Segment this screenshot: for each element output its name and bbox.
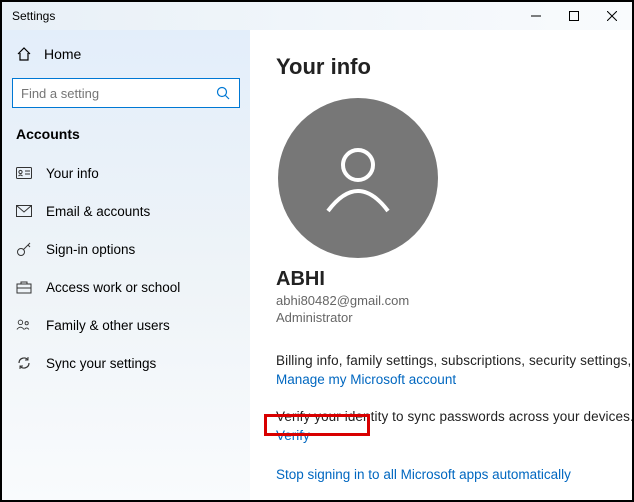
- user-email: abhi80482@gmail.com: [276, 293, 610, 308]
- title-bar: Settings: [2, 2, 632, 30]
- stop-signin-link[interactable]: Stop signing in to all Microsoft apps au…: [276, 467, 610, 482]
- sidebar-item-label: Your info: [46, 166, 99, 181]
- page-title: Your info: [276, 54, 610, 80]
- sidebar-item-family[interactable]: Family & other users: [2, 306, 250, 344]
- billing-description: Billing info, family settings, subscript…: [276, 353, 610, 368]
- sidebar: Home Accounts Your info Email & accounts: [2, 30, 250, 500]
- home-nav[interactable]: Home: [2, 40, 250, 68]
- person-icon: [313, 133, 403, 223]
- sidebar-item-signin[interactable]: Sign-in options: [2, 230, 250, 268]
- avatar: [278, 98, 438, 258]
- close-button[interactable]: [600, 5, 624, 27]
- user-role: Administrator: [276, 310, 610, 325]
- sidebar-item-label: Family & other users: [46, 318, 170, 333]
- highlight-box: [264, 414, 370, 436]
- maximize-button[interactable]: [562, 5, 586, 27]
- home-label: Home: [44, 46, 81, 62]
- category-label: Accounts: [2, 122, 250, 154]
- sync-icon: [16, 355, 32, 371]
- briefcase-icon: [16, 279, 32, 295]
- close-icon: [607, 11, 617, 21]
- search-icon: [215, 85, 231, 101]
- search-field[interactable]: [21, 86, 215, 101]
- sidebar-item-your-info[interactable]: Your info: [2, 154, 250, 192]
- sidebar-item-sync[interactable]: Sync your settings: [2, 344, 250, 382]
- window-controls: [524, 5, 626, 27]
- minimize-button[interactable]: [524, 5, 548, 27]
- search-input[interactable]: [12, 78, 240, 108]
- sidebar-item-work[interactable]: Access work or school: [2, 268, 250, 306]
- sidebar-item-label: Access work or school: [46, 280, 180, 295]
- id-card-icon: [16, 165, 32, 181]
- user-name: ABHI: [276, 268, 610, 291]
- sidebar-item-label: Sync your settings: [46, 356, 156, 371]
- manage-account-link[interactable]: Manage my Microsoft account: [276, 372, 456, 387]
- people-icon: [16, 317, 32, 333]
- sidebar-item-label: Sign-in options: [46, 242, 135, 257]
- home-icon: [16, 46, 32, 62]
- maximize-icon: [569, 11, 579, 21]
- window-title: Settings: [8, 9, 55, 23]
- sidebar-item-label: Email & accounts: [46, 204, 150, 219]
- minimize-icon: [531, 11, 541, 21]
- mail-icon: [16, 203, 32, 219]
- key-icon: [16, 241, 32, 257]
- sidebar-item-email[interactable]: Email & accounts: [2, 192, 250, 230]
